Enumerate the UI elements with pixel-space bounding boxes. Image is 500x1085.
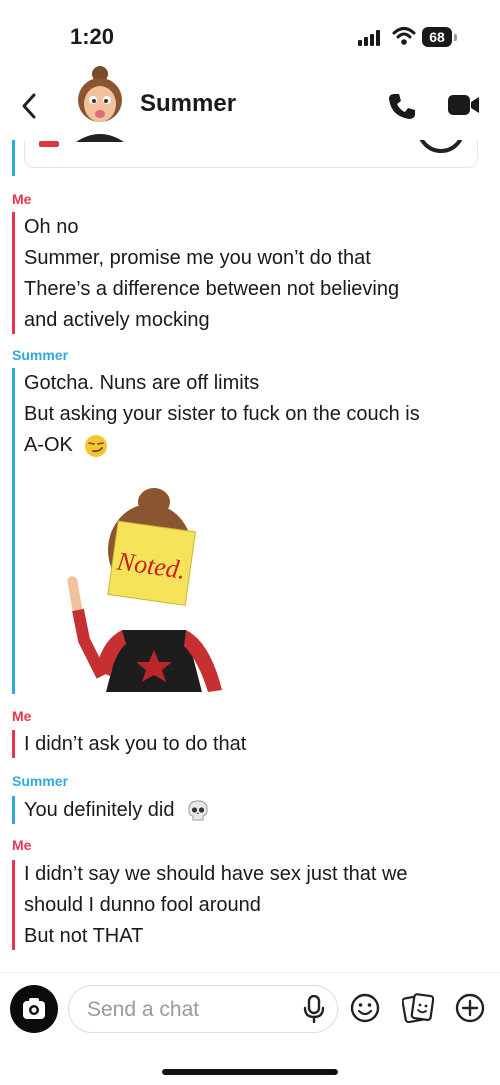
attachment-indicator [39,141,59,147]
previous-attachment-card[interactable] [24,140,478,168]
sender-label: Me [12,708,32,724]
chat-thread[interactable]: Me Oh no Summer, promise me you won’t do… [0,140,500,972]
message-line: But asking your sister to fuck on the co… [24,403,420,425]
video-call-icon[interactable] [448,94,480,116]
message-bar [12,730,15,758]
message-line: I didn’t ask you to do that [24,733,247,755]
phone-icon[interactable] [388,92,416,120]
message-line: and actively mocking [24,309,210,331]
message-line: Summer, promise me you won’t do that [24,247,371,269]
message-bar [12,796,15,824]
battery-icon: 68 [422,27,452,47]
camera-icon [23,998,45,1019]
smirk-emoji-icon [85,434,108,457]
back-chevron-icon[interactable] [20,92,38,120]
sender-label: Summer [12,773,69,789]
sender-label: Me [12,191,32,207]
chat-input-placeholder: Send a chat [87,998,200,1021]
message-text: I didn’t say we should have sex just tha… [24,859,408,952]
plus-icon[interactable] [455,993,485,1023]
bitmoji-avatar[interactable] [70,66,132,142]
message-text: You definitely did [24,795,210,826]
chat-header: Summer [0,62,500,142]
previous-message-bar [12,140,15,176]
attachment-play-icon[interactable] [417,140,465,153]
message-text: I didn’t ask you to do that [24,729,246,760]
message-line: Gotcha. Nuns are off limits [24,372,260,394]
message-line-text: You definitely did [24,799,175,821]
message-line: There’s a difference between not believi… [24,278,400,300]
message-bar [12,212,15,334]
chat-composer: Send a chat [0,972,500,1085]
skull-emoji-icon [188,800,208,821]
message-line: I didn’t say we should have sex just tha… [24,863,408,885]
contact-name[interactable]: Summer [140,90,236,118]
message-bar [12,368,15,694]
bitmoji-noted-sticker[interactable]: Noted. [62,480,234,692]
message-line: should I dunno fool around [24,894,261,916]
wifi-icon [392,27,416,45]
message-line-text: A-OK [24,434,73,456]
message-line: But not THAT [24,925,144,947]
clock: 1:20 [70,24,115,49]
battery-tip [454,34,457,41]
chat-input[interactable]: Send a chat [68,985,338,1033]
message-line: You definitely did [24,795,210,826]
signal-icon [358,30,384,46]
message-text: Gotcha. Nuns are off limits But asking y… [24,368,420,461]
microphone-icon[interactable] [303,995,325,1023]
message-line: Oh no [24,216,79,238]
message-bar [12,860,15,950]
sender-label: Summer [12,347,69,363]
message-line: A-OK [24,430,420,461]
camera-button[interactable] [10,985,58,1033]
message-text: Oh no Summer, promise me you won’t do th… [24,212,399,336]
home-indicator [162,1069,338,1075]
sender-label: Me [12,837,32,853]
smiley-icon[interactable] [350,993,380,1023]
sticker-icon[interactable] [402,993,434,1023]
